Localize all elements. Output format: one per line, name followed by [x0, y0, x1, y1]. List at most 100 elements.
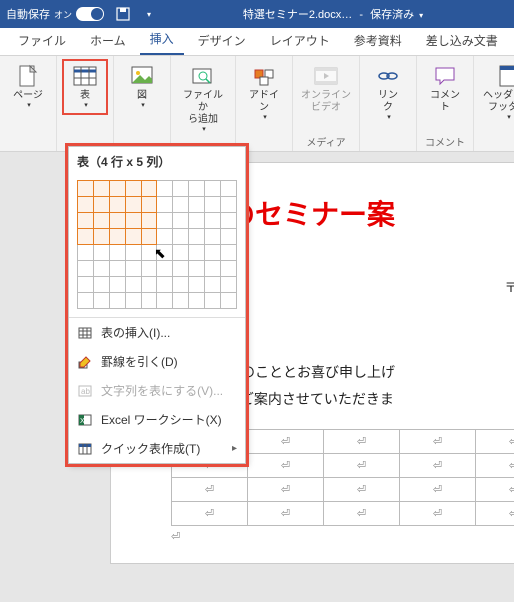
grid-cell[interactable]	[78, 277, 94, 293]
grid-cell[interactable]	[141, 293, 157, 309]
grid-cell[interactable]	[157, 197, 173, 213]
grid-cell[interactable]	[93, 245, 109, 261]
grid-cell[interactable]	[157, 277, 173, 293]
grid-cell[interactable]	[173, 229, 189, 245]
grid-cell[interactable]	[125, 261, 141, 277]
grid-cell[interactable]	[173, 293, 189, 309]
grid-cell[interactable]	[221, 213, 237, 229]
tab-home[interactable]: ホーム	[80, 26, 136, 55]
grid-cell[interactable]	[78, 245, 94, 261]
grid-cell[interactable]	[205, 293, 221, 309]
grid-cell[interactable]	[78, 197, 94, 213]
online-video-button[interactable]: オンライン ビデオ	[299, 60, 353, 118]
grid-cell[interactable]	[221, 277, 237, 293]
grid-cell[interactable]	[173, 277, 189, 293]
grid-cell[interactable]	[189, 197, 205, 213]
grid-cell[interactable]	[189, 213, 205, 229]
header-footer-button[interactable]: ヘッダーと フッター▾	[480, 60, 514, 126]
grid-cell[interactable]	[109, 245, 125, 261]
grid-cell[interactable]	[189, 229, 205, 245]
autosave-toggle[interactable]: 自動保存 オン	[6, 6, 104, 22]
grid-cell[interactable]	[157, 261, 173, 277]
tab-layout[interactable]: レイアウト	[260, 26, 340, 55]
grid-cell[interactable]	[205, 229, 221, 245]
grid-cell[interactable]	[109, 181, 125, 197]
grid-cell[interactable]	[189, 245, 205, 261]
grid-cell[interactable]	[157, 293, 173, 309]
grid-cell[interactable]	[93, 261, 109, 277]
grid-cell[interactable]	[125, 229, 141, 245]
grid-cell[interactable]	[173, 245, 189, 261]
grid-cell[interactable]	[205, 245, 221, 261]
grid-cell[interactable]	[157, 213, 173, 229]
grid-cell[interactable]	[221, 229, 237, 245]
grid-cell[interactable]	[189, 293, 205, 309]
grid-cell[interactable]	[78, 229, 94, 245]
grid-cell[interactable]	[221, 245, 237, 261]
addins-button[interactable]: アドイ ン▾	[242, 60, 286, 126]
link-button[interactable]: リン ク▾	[366, 60, 410, 126]
tab-references[interactable]: 参考資料	[344, 26, 412, 55]
pages-button[interactable]: ページ▾	[6, 60, 50, 114]
quick-tables-item[interactable]: クイック表作成(T) ▸	[69, 434, 245, 463]
grid-cell[interactable]	[125, 245, 141, 261]
grid-cell[interactable]	[78, 293, 94, 309]
grid-cell[interactable]	[93, 293, 109, 309]
grid-cell[interactable]	[141, 181, 157, 197]
grid-cell[interactable]	[93, 277, 109, 293]
grid-cell[interactable]	[141, 213, 157, 229]
grid-cell[interactable]	[109, 197, 125, 213]
tab-insert[interactable]: 挿入	[140, 24, 184, 55]
tab-design[interactable]: デザイン	[188, 26, 256, 55]
grid-cell[interactable]	[109, 261, 125, 277]
grid-cell[interactable]	[109, 277, 125, 293]
comment-button[interactable]: コメン ト	[423, 60, 467, 118]
grid-cell[interactable]	[205, 261, 221, 277]
grid-cell[interactable]	[189, 277, 205, 293]
grid-cell[interactable]	[78, 213, 94, 229]
grid-cell[interactable]	[221, 261, 237, 277]
grid-cell[interactable]	[109, 213, 125, 229]
grid-cell[interactable]	[93, 213, 109, 229]
table-grid-picker[interactable]	[69, 176, 245, 317]
grid-cell[interactable]	[157, 181, 173, 197]
grid-cell[interactable]	[173, 261, 189, 277]
illustrations-button[interactable]: 図▾	[120, 60, 164, 114]
grid-cell[interactable]	[205, 213, 221, 229]
grid-cell[interactable]	[221, 293, 237, 309]
grid-cell[interactable]	[221, 197, 237, 213]
grid-cell[interactable]	[109, 293, 125, 309]
grid-cell[interactable]	[93, 197, 109, 213]
grid-cell[interactable]	[109, 229, 125, 245]
grid-cell[interactable]	[93, 229, 109, 245]
grid-cell[interactable]	[157, 229, 173, 245]
grid-cell[interactable]	[205, 277, 221, 293]
grid-cell[interactable]	[173, 181, 189, 197]
insert-table-item[interactable]: 表の挿入(I)...	[69, 318, 245, 347]
grid-cell[interactable]	[125, 197, 141, 213]
excel-sheet-item[interactable]: X Excel ワークシート(X)	[69, 405, 245, 434]
grid-cell[interactable]	[78, 261, 94, 277]
grid-cell[interactable]	[125, 181, 141, 197]
grid-cell[interactable]	[157, 245, 173, 261]
save-icon[interactable]	[114, 5, 132, 23]
grid-cell[interactable]	[189, 261, 205, 277]
tab-file[interactable]: ファイル	[8, 26, 76, 55]
table-button[interactable]: 表▾	[63, 60, 107, 114]
grid-cell[interactable]	[141, 245, 157, 261]
grid-cell[interactable]	[205, 197, 221, 213]
grid-cell[interactable]	[173, 197, 189, 213]
grid-cell[interactable]	[141, 197, 157, 213]
grid-cell[interactable]	[141, 229, 157, 245]
grid-cell[interactable]	[141, 261, 157, 277]
reuse-files-button[interactable]: ファイルか ら追加▾	[177, 60, 229, 138]
tab-mailings[interactable]: 差し込み文書	[416, 26, 508, 55]
grid-cell[interactable]	[173, 213, 189, 229]
qat-dropdown-icon[interactable]: ▾	[140, 5, 158, 23]
grid-cell[interactable]	[78, 181, 94, 197]
grid-cell[interactable]	[125, 277, 141, 293]
grid-cell[interactable]	[93, 181, 109, 197]
grid-cell[interactable]	[141, 277, 157, 293]
grid-cell[interactable]	[125, 213, 141, 229]
draw-table-item[interactable]: 罫線を引く(D)	[69, 347, 245, 376]
